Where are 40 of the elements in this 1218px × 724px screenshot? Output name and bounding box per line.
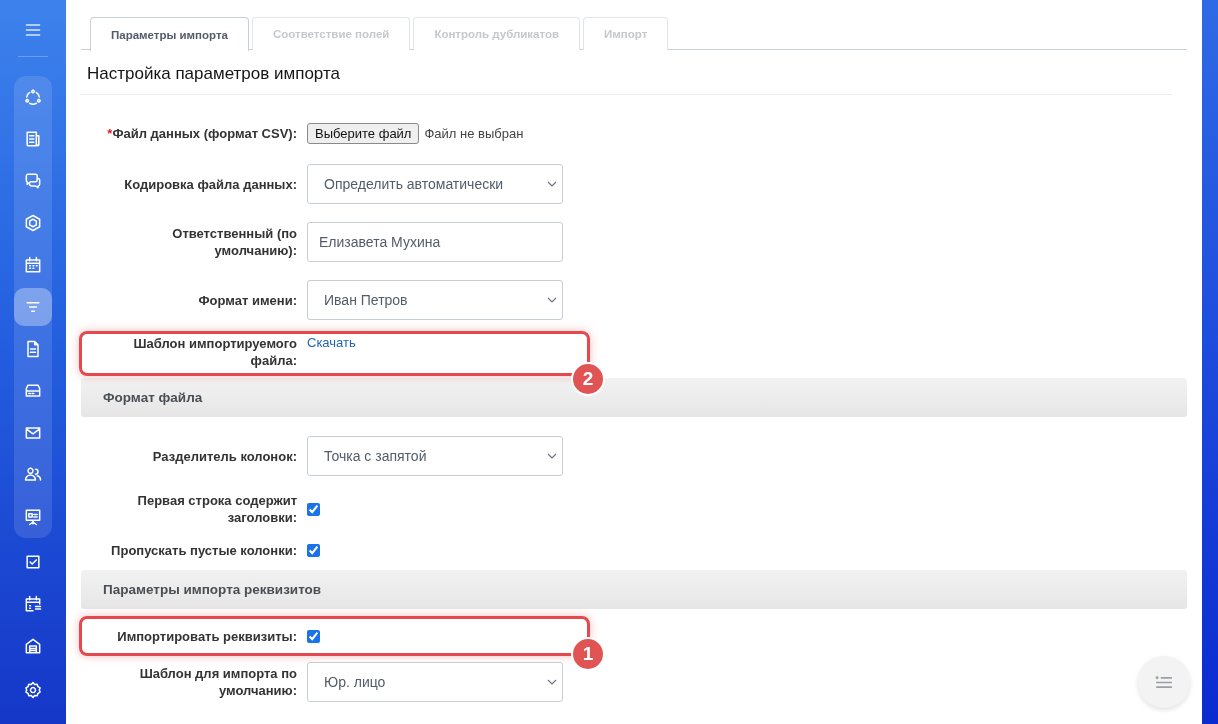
field-label: Шаблон для импорта по умолчанию: bbox=[138, 665, 297, 699]
list-icon bbox=[1154, 675, 1174, 689]
select-field[interactable]: Точка с запятой bbox=[307, 436, 563, 476]
field-label: Формат имени: bbox=[197, 291, 297, 309]
select-field[interactable]: Иван Петров bbox=[307, 280, 563, 320]
file-status: Файл не выбран bbox=[424, 125, 524, 141]
field-label: Разделитель колонок: bbox=[151, 447, 297, 465]
field-label: Импортировать реквизиты: bbox=[116, 627, 297, 645]
checkbox[interactable] bbox=[307, 629, 320, 643]
download-link[interactable]: Скачать bbox=[307, 335, 356, 350]
callout-badge: 1 bbox=[571, 637, 605, 671]
hexagon-icon bbox=[23, 213, 43, 233]
chevron-icon bbox=[547, 297, 557, 303]
field-label: *Файл данных (формат CSV): bbox=[106, 124, 297, 142]
section-header: Параметры импорта реквизитов bbox=[81, 570, 1187, 609]
garage-icon bbox=[23, 636, 43, 656]
checkbox[interactable] bbox=[307, 543, 320, 557]
tab[interactable]: Параметры импорта bbox=[90, 17, 249, 51]
callout-badge: 2 bbox=[571, 362, 605, 396]
chevron-icon bbox=[547, 679, 557, 685]
field-label: Первая строка содержит заголовки: bbox=[136, 492, 297, 526]
presentation-icon bbox=[23, 507, 43, 527]
newspaper-icon bbox=[23, 129, 43, 149]
checkbox[interactable] bbox=[307, 502, 320, 516]
chevron-icon bbox=[547, 453, 557, 459]
chevron-icon bbox=[547, 181, 557, 187]
field-label: Пропускать пустые колонки: bbox=[110, 541, 297, 559]
checkbox-icon bbox=[23, 552, 43, 572]
schedule-icon bbox=[23, 594, 43, 614]
field-label: Кодировка файла данных: bbox=[123, 175, 297, 193]
select-field[interactable]: Определить автоматически bbox=[307, 164, 563, 204]
chat-icon bbox=[23, 171, 43, 191]
select-field[interactable]: Юр. лицо bbox=[307, 662, 563, 702]
settings-icon[interactable] bbox=[23, 680, 43, 700]
field-label: Ответственный (по умолчанию): bbox=[171, 225, 297, 259]
choose-file-button[interactable]: Выберите файл bbox=[307, 122, 420, 144]
page-heading: Настройка параметров импорта bbox=[81, 50, 1172, 95]
input-field[interactable]: Елизавета Мухина bbox=[307, 222, 563, 262]
calendar-icon bbox=[23, 255, 43, 275]
field-label: Шаблон импортируемого файла: bbox=[132, 335, 297, 369]
